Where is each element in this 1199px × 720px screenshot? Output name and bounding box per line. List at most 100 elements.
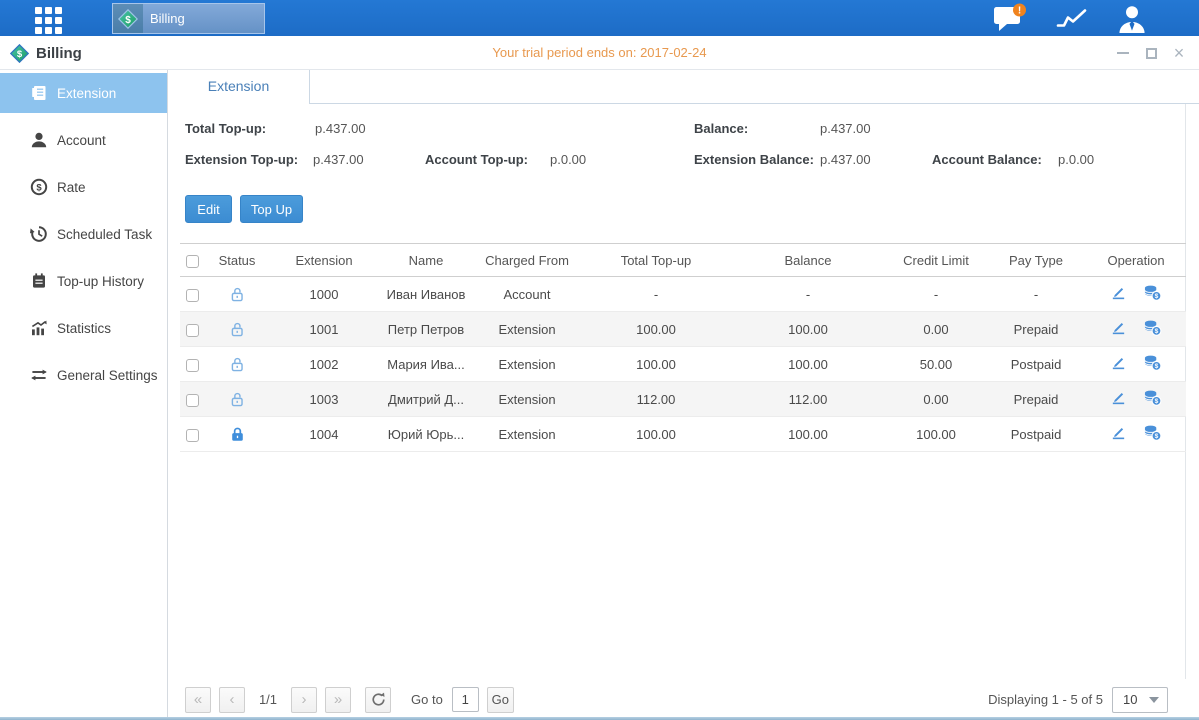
svg-text:$: $	[1155, 293, 1159, 300]
sidebar-item-statistics[interactable]: Statistics	[0, 308, 167, 348]
row-checkbox[interactable]	[186, 359, 199, 372]
cell-total-topup: 100.00	[582, 417, 730, 452]
goto-page-input[interactable]	[452, 687, 479, 712]
topup-operation-button[interactable]: $	[1143, 389, 1162, 406]
next-page-button[interactable]: ›	[291, 687, 317, 713]
cell-credit-limit: 100.00	[886, 417, 986, 452]
cell-extension: 1004	[268, 417, 380, 452]
svg-text:$: $	[17, 49, 23, 60]
page-size-value: 10	[1113, 692, 1149, 707]
topup-operation-button[interactable]: $	[1143, 424, 1162, 441]
cell-pay-type: Postpaid	[986, 417, 1086, 452]
maximize-button[interactable]	[1143, 45, 1159, 61]
table-row: 1003Дмитрий Д...Extension112.00112.000.0…	[180, 382, 1186, 417]
close-button[interactable]: ×	[1171, 45, 1187, 61]
minimize-button[interactable]	[1115, 45, 1131, 61]
column-header-status: Status	[206, 244, 268, 277]
refresh-button[interactable]	[365, 687, 391, 713]
account-icon	[30, 131, 48, 149]
sidebar-item-rate[interactable]: $Rate	[0, 167, 167, 207]
edit-operation-button[interactable]	[1110, 354, 1127, 371]
sidebar-item-label: Extension	[57, 86, 116, 101]
topup-button[interactable]: Top Up	[240, 195, 303, 223]
cell-balance: -	[730, 277, 886, 312]
sidebar-item-extension[interactable]: Extension	[0, 73, 167, 113]
general-settings-icon	[30, 366, 48, 384]
svg-text:!: !	[1018, 5, 1021, 16]
cell-extension: 1002	[268, 347, 380, 382]
table-header-row: StatusExtensionNameCharged FromTotal Top…	[180, 244, 1186, 277]
cell-name: Петр Петров	[380, 312, 472, 347]
page-size-select[interactable]: 10	[1112, 687, 1168, 713]
sidebar-item-general-settings[interactable]: General Settings	[0, 355, 167, 395]
cell-name: Мария Ива...	[380, 347, 472, 382]
messages-icon: !	[993, 3, 1027, 33]
go-button[interactable]: Go	[487, 687, 514, 713]
cell-credit-limit: -	[886, 277, 986, 312]
topup-operation-button[interactable]: $	[1143, 354, 1162, 371]
last-page-button[interactable]: »	[325, 687, 351, 713]
trial-notice: Your trial period ends on: 2017-02-24	[0, 36, 1199, 70]
cell-extension: 1003	[268, 382, 380, 417]
unlocked-icon	[229, 391, 246, 408]
account-balance-value: p.0.00	[1058, 152, 1094, 167]
billing-app-icon: $	[113, 4, 143, 33]
table-row: 1004Юрий Юрь...Extension100.00100.00100.…	[180, 417, 1186, 452]
column-header-total-top-up: Total Top-up	[582, 244, 730, 277]
cell-extension: 1000	[268, 277, 380, 312]
row-checkbox[interactable]	[186, 429, 199, 442]
goto-label: Go to	[411, 692, 443, 707]
table-row: 1001Петр ПетровExtension100.00100.000.00…	[180, 312, 1186, 347]
cell-total-topup: 100.00	[582, 312, 730, 347]
locked-icon	[229, 426, 246, 443]
sidebar-item-account[interactable]: Account	[0, 120, 167, 160]
extension-icon	[30, 84, 48, 102]
tab-strip	[168, 70, 1199, 104]
topup-operation-button[interactable]: $	[1143, 284, 1162, 301]
tab-extension[interactable]: Extension	[168, 70, 310, 104]
reports-button[interactable]	[1050, 3, 1094, 33]
window-title: Billing	[36, 45, 82, 62]
account-topup-label: Account Top-up:	[425, 152, 528, 167]
sidebar-item-top-up-history[interactable]: Top-up History	[0, 261, 167, 301]
unlocked-icon	[229, 356, 246, 373]
refresh-icon	[371, 692, 386, 707]
cell-charged-from: Extension	[472, 417, 582, 452]
svg-text:$: $	[125, 14, 131, 25]
edit-operation-button[interactable]	[1110, 389, 1127, 406]
edit-operation-button[interactable]	[1110, 424, 1127, 441]
sidebar-item-scheduled-task[interactable]: Scheduled Task	[0, 214, 167, 254]
user-menu-button[interactable]	[1110, 3, 1154, 33]
topup-history-icon	[30, 272, 48, 290]
column-header-pay-type: Pay Type	[986, 244, 1086, 277]
apps-grid-icon[interactable]	[35, 7, 62, 34]
row-checkbox[interactable]	[186, 394, 199, 407]
extension-balance-label: Extension Balance:	[694, 152, 814, 167]
window-titlebar: Your trial period ends on: 2017-02-24 $ …	[0, 36, 1199, 70]
displaying-label: Displaying 1 - 5 of 5	[988, 692, 1103, 707]
row-checkbox[interactable]	[186, 289, 199, 302]
cell-total-topup: -	[582, 277, 730, 312]
topup-operation-button[interactable]: $	[1143, 319, 1162, 336]
cell-pay-type: Prepaid	[986, 312, 1086, 347]
edit-operation-button[interactable]	[1110, 319, 1127, 336]
column-header-extension: Extension	[268, 244, 380, 277]
prev-page-button[interactable]: ‹	[219, 687, 245, 713]
taskbar-item-billing[interactable]: $ Billing	[112, 3, 265, 34]
cell-balance: 100.00	[730, 312, 886, 347]
edit-button[interactable]: Edit	[185, 195, 232, 223]
cell-name: Дмитрий Д...	[380, 382, 472, 417]
messages-button[interactable]: !	[988, 3, 1032, 33]
page-indicator: 1/1	[253, 692, 283, 707]
row-checkbox[interactable]	[186, 324, 199, 337]
cell-balance: 100.00	[730, 417, 886, 452]
cell-pay-type: Prepaid	[986, 382, 1086, 417]
table-row: 1000Иван ИвановAccount----$	[180, 277, 1186, 312]
sidebar-item-label: Top-up History	[57, 274, 144, 289]
select-all-checkbox[interactable]	[186, 255, 199, 268]
billing-app-icon: $	[10, 44, 29, 63]
cell-credit-limit: 0.00	[886, 312, 986, 347]
edit-operation-button[interactable]	[1110, 284, 1127, 301]
first-page-button[interactable]: «	[185, 687, 211, 713]
sidebar-item-label: Scheduled Task	[57, 227, 152, 242]
